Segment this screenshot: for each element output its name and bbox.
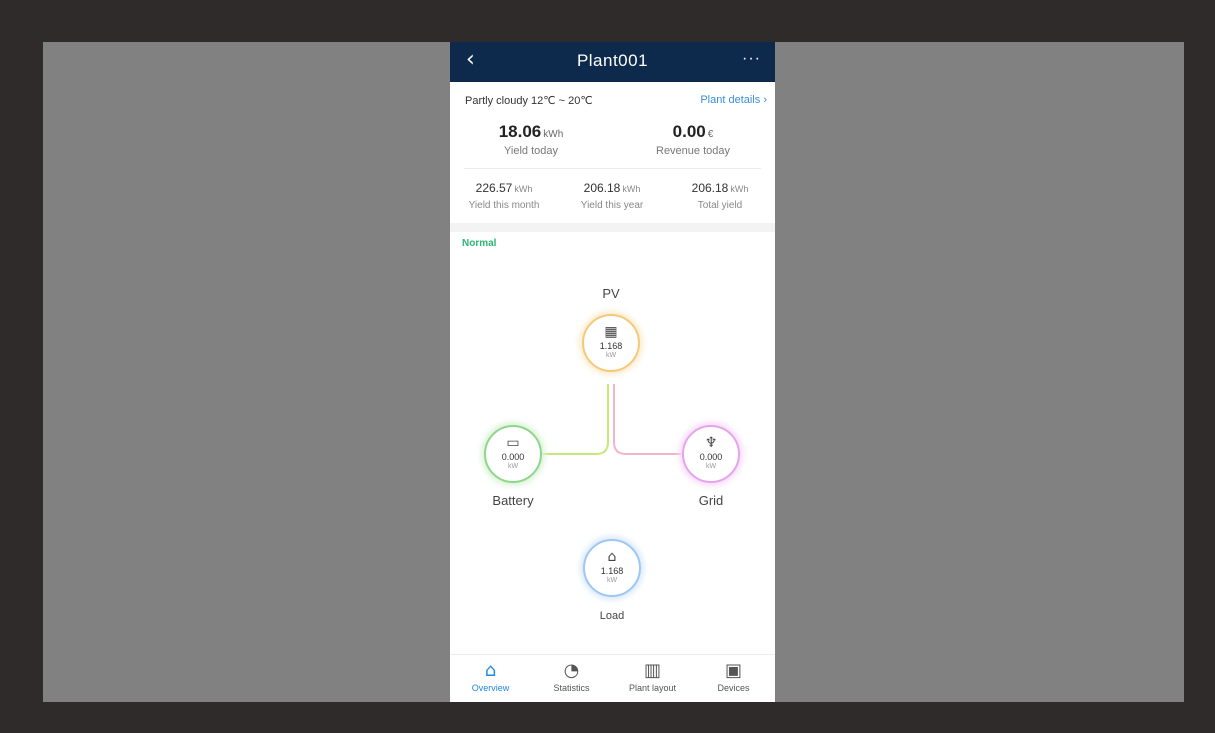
load-label: Load — [599, 610, 625, 622]
yield-today-label: Yield today — [503, 145, 559, 157]
nav-devices-label: Devices — [717, 683, 750, 693]
weather-text: Partly cloudy 12℃ ~ 20℃ — [465, 95, 593, 107]
nav-plant-layout-label: Plant layout — [628, 683, 677, 693]
weather-row: Partly cloudy 12℃ ~ 20℃ Plant details › — [465, 94, 767, 110]
load-node[interactable]: ⌂ 1.168 kW — [583, 539, 641, 597]
status-badge: Normal — [462, 238, 497, 249]
grid-value: 0.000 — [699, 452, 723, 462]
layout-icon: ▥ — [643, 660, 661, 681]
section-separator — [450, 223, 775, 232]
pv-label: PV — [602, 286, 620, 301]
solar-panel-icon: ▦ — [604, 324, 618, 340]
battery-value: 0.000 — [501, 452, 525, 462]
yield-year-value: 206.18 — [583, 181, 621, 195]
nav-overview[interactable]: ⌂ Overview — [450, 660, 531, 694]
nav-devices[interactable]: ▣ Devices — [693, 660, 774, 694]
yield-month-kpi: 226.57 kWh Yield this month — [450, 179, 558, 211]
revenue-today-kpi: 0.00 € Revenue today — [612, 122, 774, 157]
flow-line-pv-battery — [542, 384, 609, 455]
total-yield-kpi: 206.18 kWh Total yield — [666, 179, 774, 211]
nav-statistics-label: Statistics — [553, 683, 590, 693]
yield-today-unit: kWh — [543, 129, 564, 140]
grid-node[interactable]: ♆ 0.000 kW — [682, 425, 740, 483]
load-value: 1.168 — [600, 566, 624, 576]
battery-unit: kW — [507, 463, 519, 470]
yield-today-kpi: 18.06 kWh Yield today — [450, 122, 612, 157]
yield-year-kpi: 206.18 kWh Yield this year — [558, 179, 666, 211]
grid-label: Grid — [698, 493, 724, 508]
yield-year-unit: kWh — [622, 184, 641, 194]
pv-value: 1.168 — [599, 341, 623, 351]
devices-icon: ▣ — [724, 660, 742, 681]
pv-unit: kW — [605, 352, 617, 359]
battery-label: Battery — [492, 493, 534, 508]
divider — [464, 168, 761, 169]
nav-overview-label: Overview — [471, 683, 510, 693]
revenue-today-value: 0.00 — [672, 122, 706, 141]
nav-statistics[interactable]: ◔ Statistics — [531, 660, 612, 694]
battery-icon: ▭ — [506, 435, 520, 451]
house-icon: ⌂ — [607, 549, 617, 565]
yield-today-value: 18.06 — [498, 122, 542, 141]
yield-year-label: Yield this year — [580, 200, 644, 211]
pv-node[interactable]: ▦ 1.168 kW — [582, 314, 640, 372]
more-menu-button[interactable]: ··· — [742, 50, 761, 68]
grid-unit: kW — [705, 463, 717, 470]
pie-chart-icon: ◔ — [563, 660, 580, 681]
revenue-today-unit: € — [707, 129, 714, 140]
battery-node[interactable]: ▭ 0.000 kW — [484, 425, 542, 483]
plant-details-link[interactable]: Plant details › — [700, 94, 767, 106]
yield-month-unit: kWh — [514, 184, 533, 194]
house-icon: ⌂ — [484, 660, 497, 681]
yield-month-value: 226.57 — [475, 181, 513, 195]
yield-month-label: Yield this month — [468, 200, 540, 211]
top-bar: ‹ Plant001 ··· — [450, 42, 775, 82]
page-title: Plant001 — [576, 51, 649, 70]
flow-line-pv-grid — [613, 384, 682, 455]
total-yield-label: Total yield — [697, 200, 743, 211]
revenue-today-label: Revenue today — [656, 145, 730, 157]
total-yield-unit: kWh — [730, 184, 749, 194]
phone-screen: ‹ Plant001 ··· Partly cloudy 12℃ ~ 20℃ P… — [450, 42, 775, 702]
total-yield-value: 206.18 — [691, 181, 729, 195]
bottom-nav: ⌂ Overview ◔ Statistics ▥ Plant layout ▣… — [450, 654, 775, 702]
nav-plant-layout[interactable]: ▥ Plant layout — [612, 660, 693, 694]
power-tower-icon: ♆ — [704, 435, 718, 451]
load-unit: kW — [606, 577, 618, 584]
